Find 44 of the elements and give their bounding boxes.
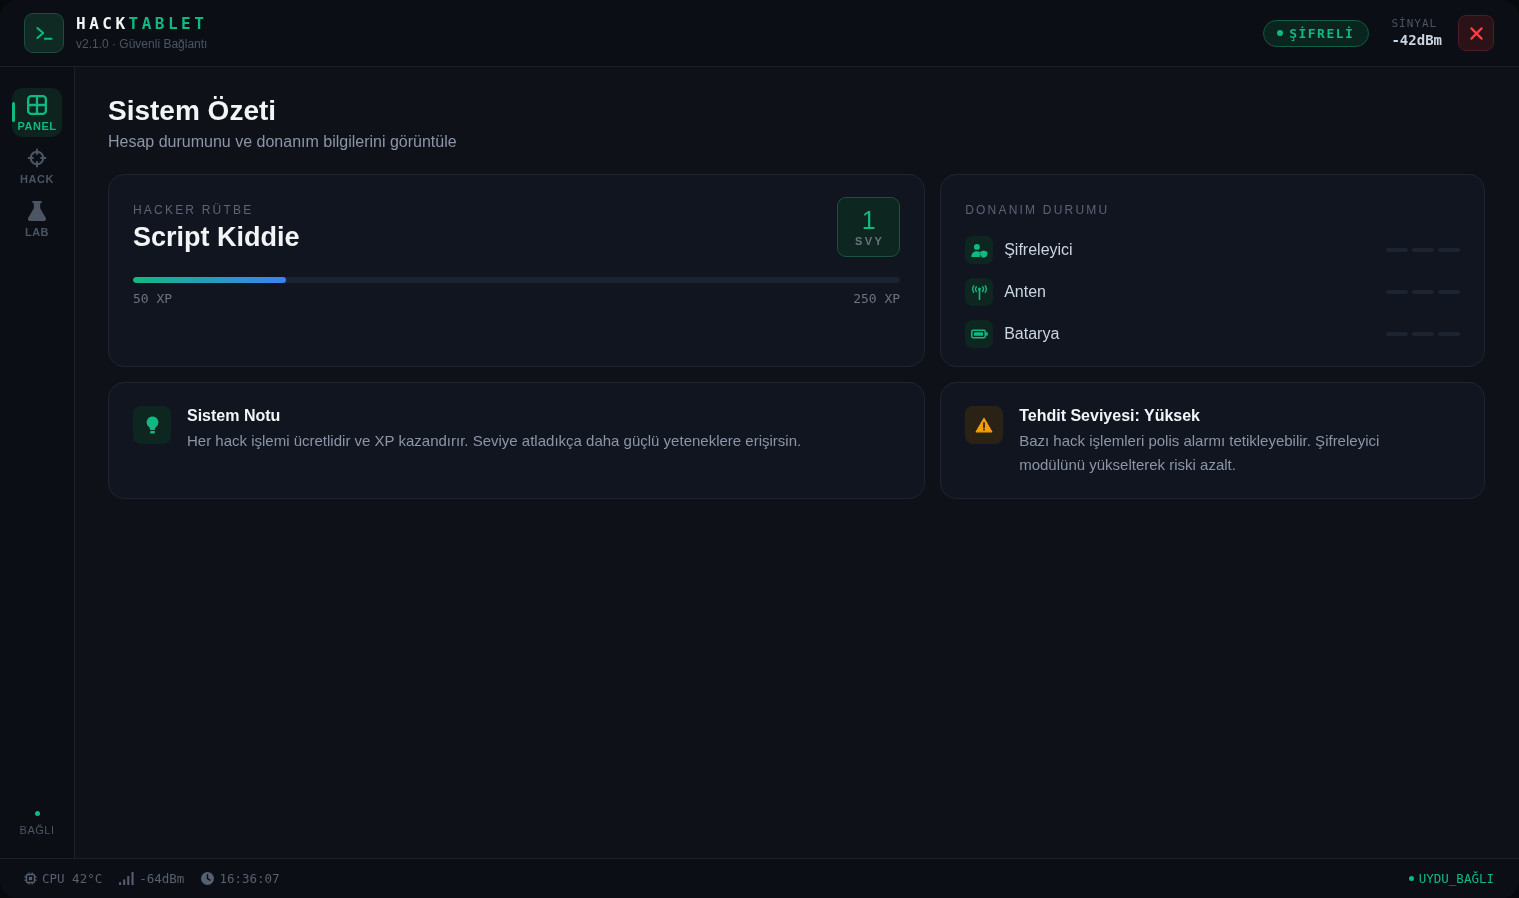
- signal-bars-icon: [119, 872, 135, 885]
- status-text: -64dBm: [139, 870, 185, 887]
- rank-title: Script Kiddie: [133, 221, 300, 253]
- crosshair-icon: [27, 148, 47, 168]
- level-label: SVY: [853, 235, 885, 247]
- terminal-icon: [24, 13, 64, 53]
- page-subtitle: Hesap durumunu ve donanım bilgilerini görüntüle: [108, 132, 458, 152]
- close-icon: [1469, 26, 1483, 40]
- connection-label: UYDU_BAĞLI: [1418, 870, 1494, 887]
- battery-icon: [965, 320, 994, 348]
- signal-reading: -42dBm: [1391, 31, 1442, 49]
- connection-label: BAĞLI: [19, 824, 55, 836]
- note-text: Her hack işlemi ücretlidir ve XP kazandırır. Seviye atladıkça daha güçlü yeteneklere erişirsin.: [187, 431, 802, 451]
- lightbulb-icon: [133, 406, 171, 444]
- status-dot-icon: [1277, 30, 1284, 36]
- status-text: CPU 42°C: [42, 870, 103, 887]
- hardware-name: Anten: [1004, 282, 1047, 302]
- level-number: 1: [861, 207, 876, 233]
- hardware-name: Batarya: [1004, 324, 1061, 344]
- grid-icon: [27, 95, 47, 115]
- note-title: Sistem Notu: [187, 406, 282, 426]
- badge-label: ŞİFRELİ: [1289, 25, 1355, 41]
- chip-icon: [24, 872, 37, 885]
- clock-icon: [201, 872, 215, 885]
- flask-icon: [27, 201, 47, 221]
- note-text: Bazı hack işlemleri polis alarmı tetikleyebilir. Şifreleyici modülünü yükselterek riski azalt.: [1019, 431, 1381, 475]
- sidebar-tab[interactable]: HACK: [12, 141, 62, 190]
- card-label: DONANIM DURUMU: [965, 202, 1111, 218]
- note-title: Tehdit Seviyesi: Yüksek: [1019, 406, 1201, 426]
- card-label: HACKER RÜTBE: [133, 202, 255, 218]
- signal-label: SİNYAL: [1391, 17, 1439, 31]
- xp-end-label: 250 XP: [853, 291, 901, 307]
- status-text: 16:36:07: [219, 870, 280, 887]
- sidebar-tab[interactable]: PANEL: [12, 88, 62, 137]
- xp-start-label: 50 XP: [133, 291, 173, 307]
- user-shield-icon: [965, 236, 994, 264]
- sidebar-tab[interactable]: LAB: [12, 194, 62, 243]
- page-title: Sistem Özeti: [108, 94, 278, 128]
- close-button[interactable]: [1458, 15, 1494, 51]
- app-title: HACK TABLET: [76, 15, 208, 33]
- hardware-name: Şifreleyici: [1004, 240, 1074, 260]
- app-subtitle: v2.1.0 · Güvenli Bağlantı: [76, 37, 208, 51]
- antenna-icon: [965, 278, 994, 306]
- warning-icon: [965, 406, 1004, 444]
